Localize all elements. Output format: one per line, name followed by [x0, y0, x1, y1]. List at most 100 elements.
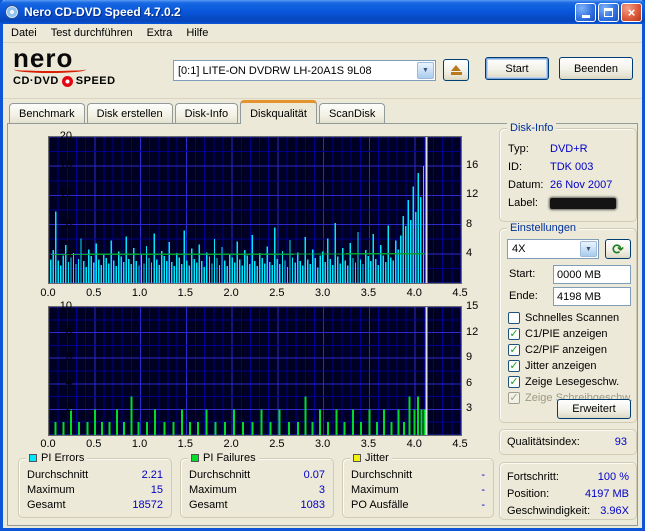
- stat-value: 0.07: [304, 469, 325, 481]
- checkbox-box: ✓: [508, 360, 520, 372]
- progress-value: 100 %: [598, 471, 629, 483]
- stat-value: -: [481, 484, 485, 496]
- stat-label: Maximum: [27, 484, 75, 496]
- stat-value: 3: [319, 484, 325, 496]
- stat-label: PO Ausfälle: [351, 499, 408, 511]
- tab-disk-info[interactable]: Disk-Info: [175, 103, 238, 123]
- app-window: Nero CD-DVD Speed 4.7.0.2 × Datei Test d…: [0, 0, 645, 531]
- disk-label-label: Label:: [508, 197, 550, 209]
- tab-disk-erstellen[interactable]: Disk erstellen: [87, 103, 173, 123]
- start-button[interactable]: Start: [485, 57, 549, 80]
- end-position-field[interactable]: [553, 287, 631, 306]
- pi-failures-swatch-icon: [191, 454, 199, 462]
- menu-datei[interactable]: Datei: [4, 25, 44, 41]
- disk-date-label: Datum:: [508, 179, 550, 191]
- jitter-stats-title: Jitter: [365, 452, 389, 464]
- checkbox-box: ✓: [508, 392, 520, 404]
- tab-diskqualitaet[interactable]: Diskqualität: [240, 100, 317, 124]
- speed-value: 3.96X: [600, 505, 629, 517]
- stat-label: Durchschnitt: [189, 469, 250, 481]
- title-bar: Nero CD-DVD Speed 4.7.0.2 ×: [0, 0, 645, 24]
- checkbox-label: Zeige Lesegeschw.: [525, 376, 619, 388]
- refresh-speed-button[interactable]: ⟳: [605, 239, 631, 259]
- stat-label: Maximum: [351, 484, 399, 496]
- checkbox-jitter[interactable]: ✓Jitter anzeigen: [508, 359, 597, 373]
- quality-index-value: 93: [615, 436, 627, 448]
- app-disc-icon: [5, 5, 19, 19]
- checkbox-zeige-lesegeschw[interactable]: ✓ Zeige Lesegeschw.: [508, 375, 619, 389]
- checkbox-box: ✓: [508, 344, 520, 356]
- pi-failures-left-axis: 108642: [20, 306, 46, 436]
- checkbox-c1-pie[interactable]: ✓C1/PIE anzeigen: [508, 327, 608, 341]
- drive-select[interactable]: [0:1] LITE-ON DVDRW LH-20A1S 9L08 ▼: [173, 60, 436, 81]
- quality-index-label: Qualitätsindex:: [507, 436, 580, 448]
- disk-date-value: 26 Nov 2007: [550, 179, 612, 191]
- disk-id-value: TDK 003: [550, 161, 593, 173]
- maximize-icon: [604, 8, 613, 17]
- stat-label: Gesamt: [27, 499, 66, 511]
- jitter-stats-group: Jitter Durchschnitt- Maximum- PO Ausfäll…: [342, 458, 494, 518]
- stat-label: Gesamt: [189, 499, 228, 511]
- eject-icon: [451, 65, 462, 75]
- stat-value: -: [481, 469, 485, 481]
- pi-failures-right-axis: 1512963: [466, 306, 492, 436]
- pi-errors-stats-title: PI Errors: [41, 452, 84, 464]
- stat-value: 15: [151, 484, 163, 496]
- stat-value: 18572: [132, 499, 163, 511]
- disk-info-group: Disk-Info Typ:DVD+R ID:TDK 003 Datum:26 …: [499, 128, 637, 222]
- settings-group: Einstellungen 4X ▼ ⟳ Start: Ende: Schnel…: [499, 228, 637, 423]
- maximize-button[interactable]: [598, 3, 619, 22]
- nero-logo-sub-right: SPEED: [76, 75, 116, 87]
- stat-value: 1083: [301, 499, 325, 511]
- nero-logo: nero CD·DVD SPEED: [13, 46, 163, 87]
- menu-hilfe[interactable]: Hilfe: [179, 25, 215, 41]
- disk-type-label: Typ:: [508, 143, 550, 155]
- nero-logo-disc-icon: [62, 76, 73, 87]
- drive-select-value: [0:1] LITE-ON DVDRW LH-20A1S 9L08: [174, 65, 416, 77]
- header: nero CD·DVD SPEED [0:1] LITE-ON DVDRW LH…: [3, 43, 642, 99]
- disk-label-redacted: [550, 198, 616, 209]
- end-position-label: Ende:: [509, 290, 538, 302]
- quality-index-group: Qualitätsindex: 93: [499, 429, 637, 455]
- pi-failures-x-axis: 0.00.51.01.52.02.53.03.54.04.5: [48, 438, 462, 450]
- pi-failures-stats-group: PI Failures Durchschnitt0.07 Maximum3 Ge…: [180, 458, 334, 518]
- position-value: 4197 MB: [585, 488, 629, 500]
- checkbox-label: Schnelles Scannen: [525, 312, 619, 324]
- speed-select[interactable]: 4X ▼: [507, 239, 599, 259]
- stat-value: 2.21: [142, 469, 163, 481]
- refresh-icon: ⟳: [612, 241, 624, 258]
- chevron-down-icon[interactable]: ▼: [580, 241, 597, 257]
- close-button[interactable]: ×: [621, 3, 642, 22]
- pi-errors-right-axis: 161284: [466, 136, 492, 284]
- pi-errors-chart: [48, 136, 462, 284]
- checkbox-c2-pif[interactable]: ✓C2/PIF anzeigen: [508, 343, 607, 357]
- jitter-swatch-icon: [353, 454, 361, 462]
- checkbox-box: [508, 312, 520, 324]
- minimize-button[interactable]: [575, 3, 596, 22]
- minimize-icon: [582, 15, 590, 18]
- exit-button[interactable]: Beenden: [559, 57, 633, 80]
- menu-test-durchfuehren[interactable]: Test durchführen: [44, 25, 140, 41]
- start-position-label: Start:: [509, 268, 535, 280]
- pi-errors-stats-group: PI Errors Durchschnitt2.21 Maximum15 Ges…: [18, 458, 172, 518]
- chevron-down-icon[interactable]: ▼: [417, 62, 434, 79]
- advanced-button[interactable]: Erweitert: [557, 399, 631, 419]
- start-position-field[interactable]: [553, 265, 631, 284]
- nero-logo-text: nero: [13, 46, 163, 71]
- pi-errors-x-axis: 0.00.51.01.52.02.53.03.54.04.5: [48, 287, 462, 299]
- menu-extra[interactable]: Extra: [140, 25, 180, 41]
- disk-info-title: Disk-Info: [510, 122, 553, 134]
- nero-logo-sub-left: CD·DVD: [13, 75, 59, 87]
- checkbox-schnelles-scannen[interactable]: Schnelles Scannen: [508, 311, 619, 325]
- menu-bar: Datei Test durchführen Extra Hilfe: [3, 24, 642, 43]
- disk-id-label: ID:: [508, 161, 550, 173]
- stat-label: Durchschnitt: [351, 469, 412, 481]
- eject-button[interactable]: [443, 59, 469, 81]
- disc-quality-page: 20161284 161284 0.00.51.01.52.02.53.03.5…: [7, 123, 638, 526]
- tab-bar: Benchmark Disk erstellen Disk-Info Diskq…: [3, 99, 642, 123]
- tab-benchmark[interactable]: Benchmark: [9, 103, 85, 123]
- tab-scandisk[interactable]: ScanDisk: [319, 103, 385, 123]
- checkbox-box: ✓: [508, 376, 520, 388]
- progress-group: Fortschritt:100 % Position:4197 MB Gesch…: [499, 462, 637, 520]
- stat-label: Durchschnitt: [27, 469, 88, 481]
